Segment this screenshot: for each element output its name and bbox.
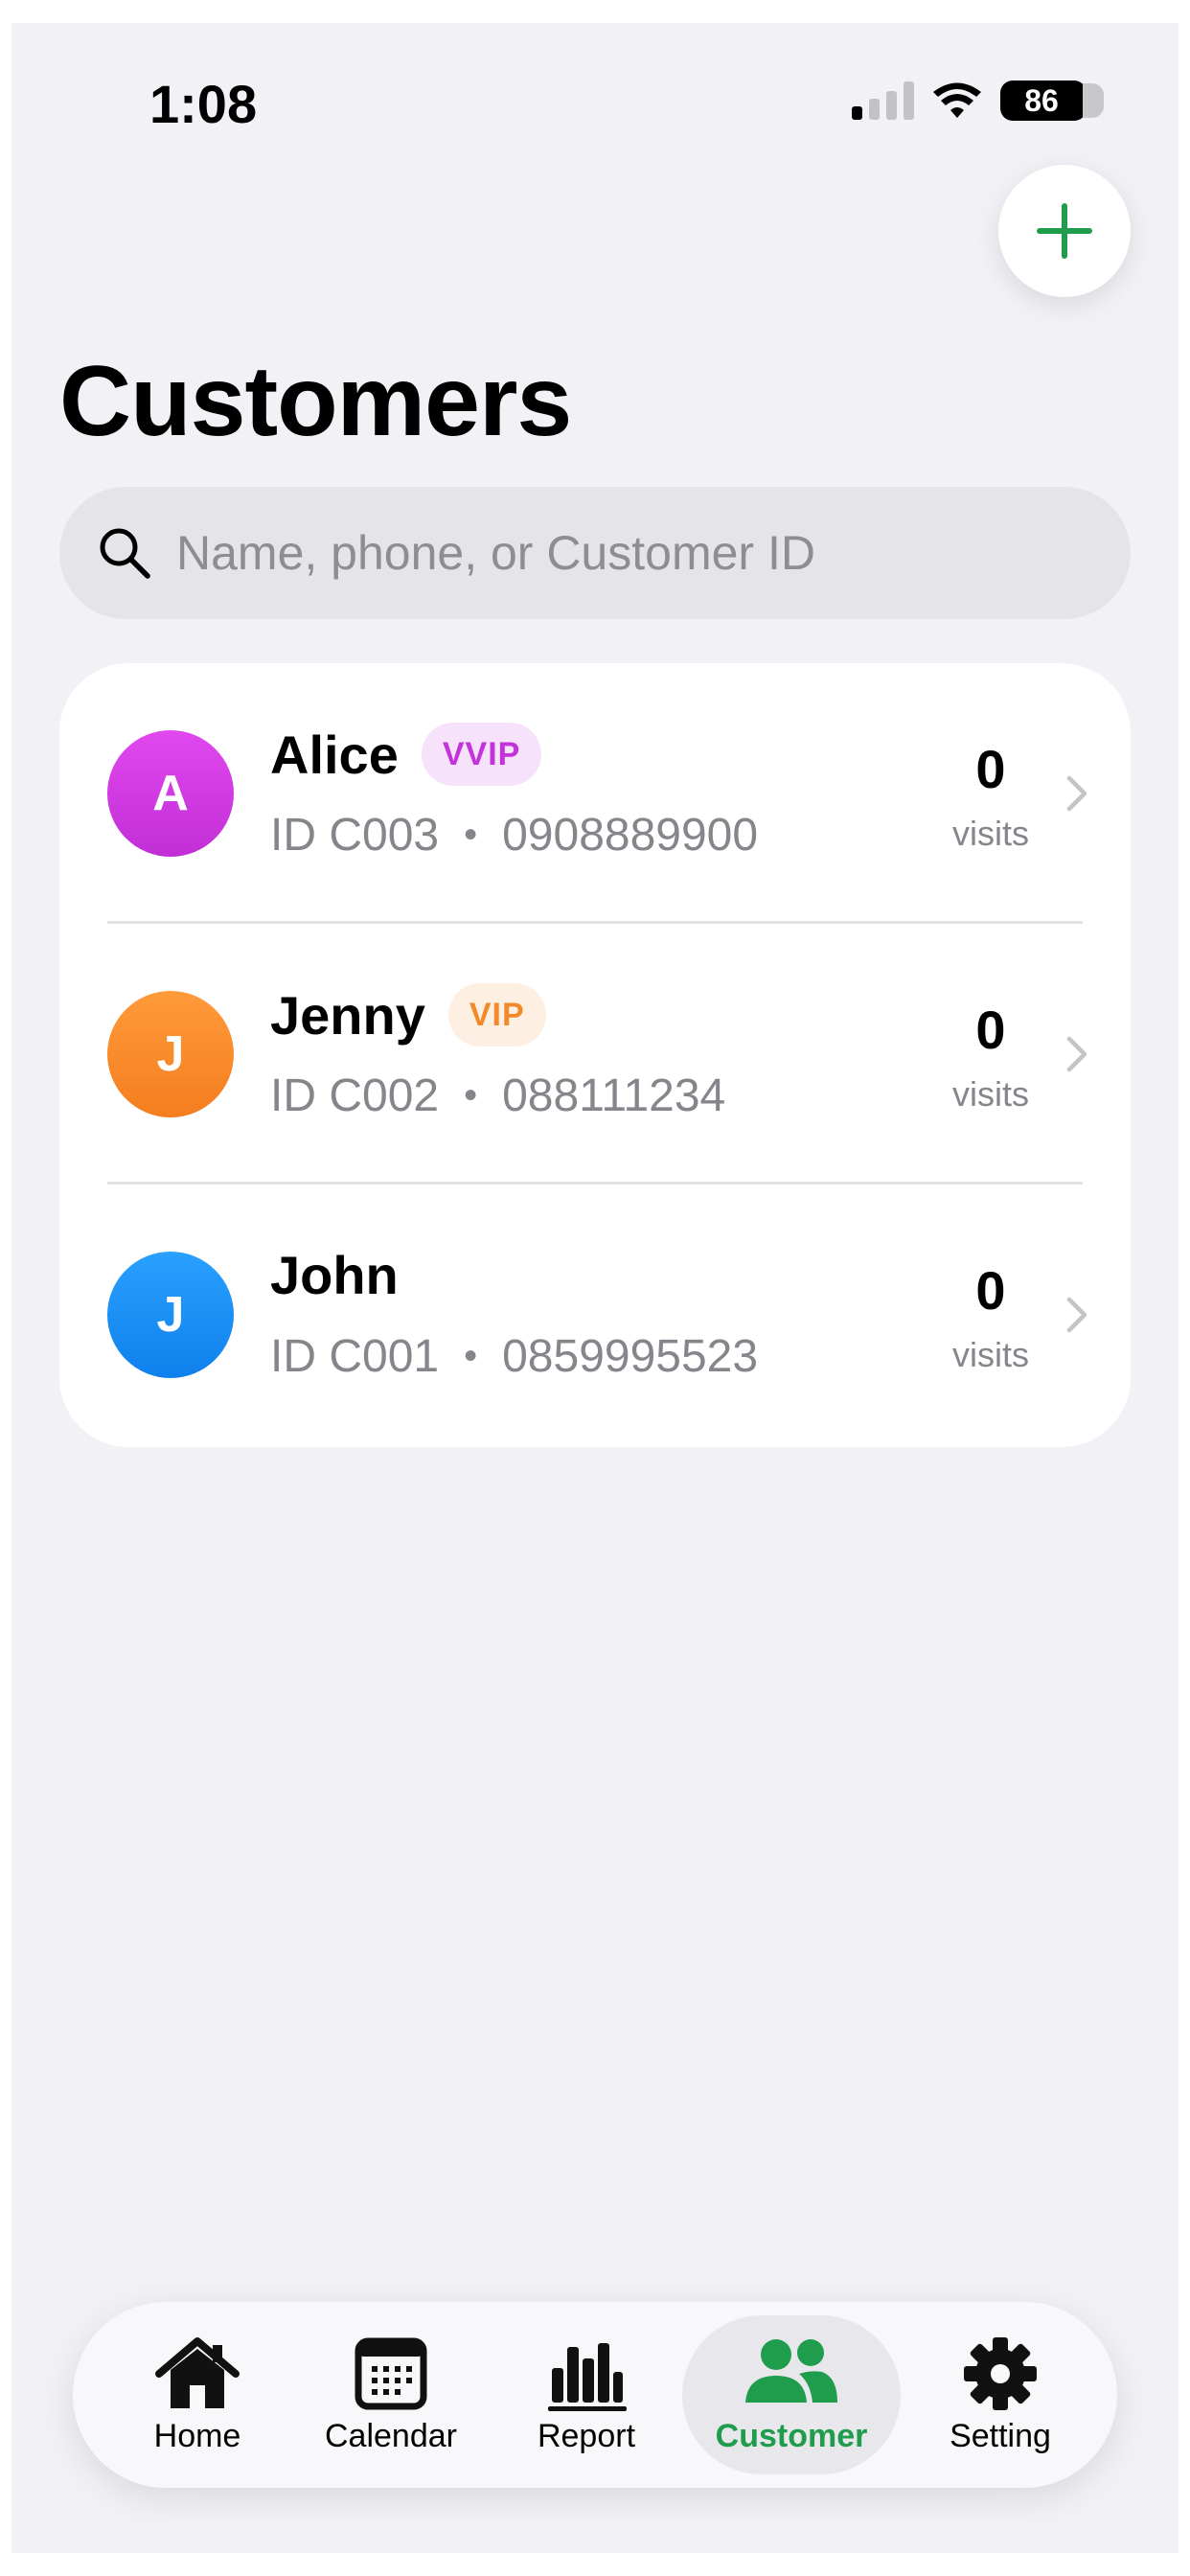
customer-row-jenny[interactable]: J Jenny VIP ID C002 • 088111234 0 visits [59, 924, 1131, 1184]
gear-icon [964, 2336, 1037, 2410]
tab-bar: Home Calendar Report Customer Setting [73, 2302, 1117, 2488]
customer-name-line: Jenny VIP [270, 983, 546, 1046]
customer-name: Alice [270, 724, 399, 785]
customer-phone: 088111234 [502, 1070, 726, 1121]
separator-dot: • [464, 814, 478, 856]
page-title: Customers [59, 346, 572, 457]
avatar: J [107, 991, 234, 1117]
customer-id: ID C001 [270, 1331, 440, 1382]
customer-row-john[interactable]: J John ID C001 • 0859995523 0 visits [59, 1184, 1131, 1445]
tab-calendar[interactable]: Calendar [314, 2302, 468, 2488]
avatar: J [107, 1252, 234, 1378]
status-icons: 86 [852, 80, 1104, 121]
calendar-icon [355, 2337, 427, 2409]
status-time: 1:08 [149, 74, 258, 134]
tab-label: Report [537, 2417, 636, 2454]
customer-id: ID C002 [270, 1070, 440, 1121]
visits-count: 0 [975, 1260, 1006, 1321]
tab-label: Customer [715, 2417, 868, 2454]
tab-report[interactable]: Report [510, 2302, 663, 2488]
cellular-signal-icon [852, 81, 914, 120]
visits-count: 0 [975, 739, 1006, 799]
chevron-right-icon [1066, 1036, 1087, 1072]
battery-level: 86 [1024, 82, 1059, 118]
vvip-badge: VVIP [421, 723, 542, 786]
wifi-icon [933, 82, 981, 118]
add-customer-button[interactable] [998, 165, 1131, 297]
search-icon [100, 528, 150, 579]
people-icon [745, 2338, 837, 2403]
tab-label: Home [153, 2417, 241, 2454]
search-bar[interactable] [59, 487, 1131, 619]
visits-label: visits [952, 1335, 1029, 1374]
visits-count: 0 [975, 1000, 1006, 1060]
visits-label: visits [952, 814, 1029, 853]
chevron-right-icon [1066, 775, 1087, 812]
vip-badge: VIP [447, 983, 546, 1046]
battery-icon: 86 [1000, 80, 1104, 121]
customer-meta: ID C003 • 0908889900 [270, 809, 758, 862]
tab-setting[interactable]: Setting [924, 2302, 1077, 2488]
customer-id: ID C003 [270, 810, 440, 861]
customer-phone: 0859995523 [502, 1331, 759, 1382]
customer-meta: ID C002 • 088111234 [270, 1070, 725, 1122]
search-input[interactable] [174, 524, 1098, 582]
visits-label: visits [952, 1074, 1029, 1114]
app-screen: 1:08 86 Customers Name, phone, or Custom… [11, 23, 1179, 2553]
bar-chart-icon [548, 2342, 627, 2411]
tab-label: Setting [950, 2417, 1051, 2454]
customer-phone: 0908889900 [502, 810, 759, 861]
customer-name: Jenny [270, 984, 425, 1046]
customer-name-line: Alice VVIP [270, 723, 542, 786]
tab-label: Calendar [325, 2417, 457, 2454]
customer-name: John [270, 1245, 399, 1305]
separator-dot: • [464, 1074, 478, 1116]
plus-icon [1037, 203, 1092, 259]
customer-row-alice[interactable]: A Alice VVIP ID C003 • 0908889900 0 visi… [59, 663, 1131, 924]
house-icon [155, 2336, 240, 2408]
customer-list: A Alice VVIP ID C003 • 0908889900 0 visi… [59, 663, 1131, 1447]
visits-counter: 0 visits [922, 1259, 1060, 1375]
visits-counter: 0 visits [922, 999, 1060, 1115]
customer-meta: ID C001 • 0859995523 [270, 1330, 758, 1383]
customer-name-line: John [270, 1244, 399, 1306]
chevron-right-icon [1066, 1297, 1087, 1333]
tab-home[interactable]: Home [121, 2302, 274, 2488]
tab-customer[interactable]: Customer [682, 2302, 901, 2488]
separator-dot: • [464, 1335, 478, 1377]
visits-counter: 0 visits [922, 738, 1060, 854]
avatar: A [107, 730, 234, 857]
